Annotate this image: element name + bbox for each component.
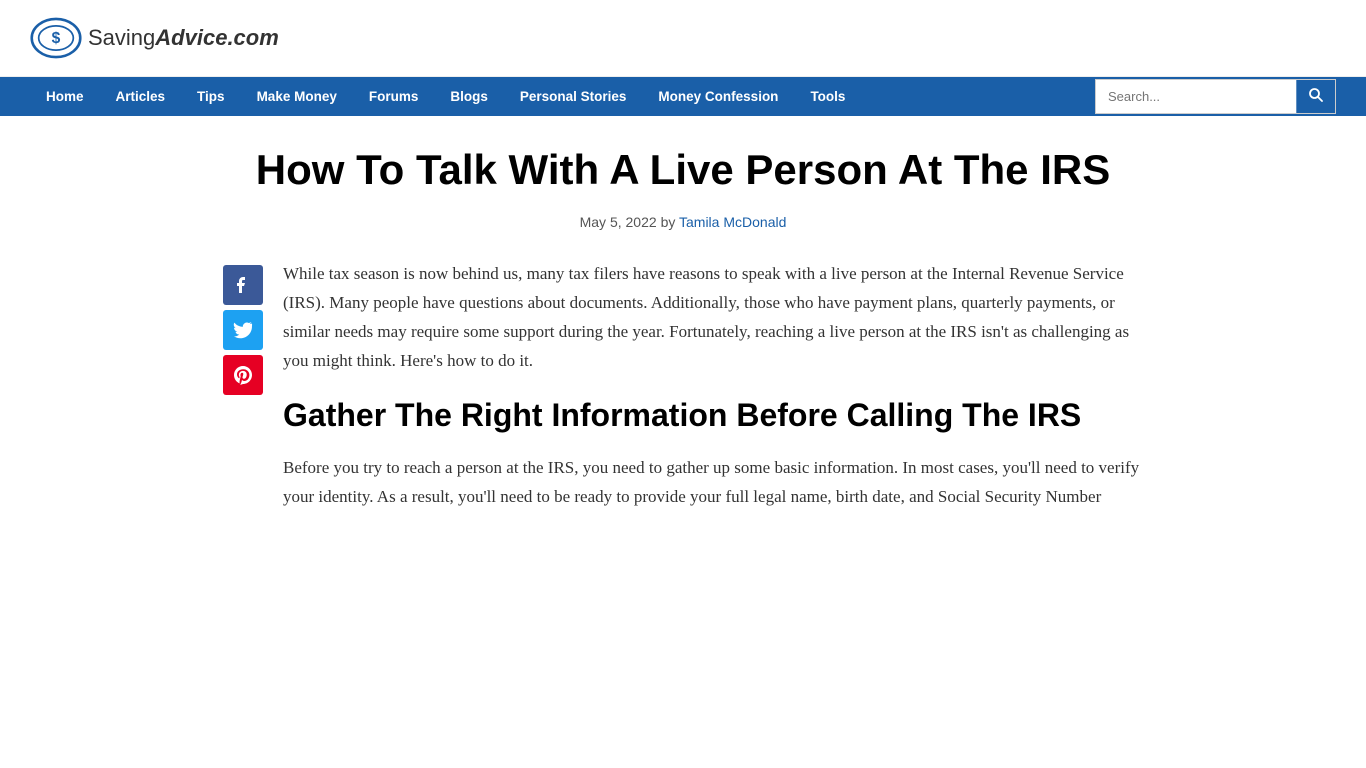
- section1-paragraph: Before you try to reach a person at the …: [283, 454, 1143, 512]
- nav-link-personal-stories[interactable]: Personal Stories: [504, 77, 643, 116]
- nav-item-articles[interactable]: Articles: [100, 77, 182, 116]
- nav-item-forums[interactable]: Forums: [353, 77, 435, 116]
- search-icon: [1309, 88, 1323, 102]
- nav-link-home[interactable]: Home: [30, 77, 100, 116]
- content-wrapper: While tax season is now behind us, many …: [223, 260, 1143, 532]
- twitter-icon: [233, 320, 253, 340]
- nav-item-personal-stories[interactable]: Personal Stories: [504, 77, 643, 116]
- nav-item-home[interactable]: Home: [30, 77, 100, 116]
- intro-paragraph: While tax season is now behind us, many …: [283, 260, 1143, 376]
- search-input[interactable]: [1096, 80, 1296, 113]
- nav-link-tips[interactable]: Tips: [181, 77, 241, 116]
- article-meta: May 5, 2022 by Tamila McDonald: [223, 214, 1143, 230]
- facebook-icon: [233, 275, 253, 295]
- article-date: May 5, 2022: [580, 214, 657, 230]
- nav-item-make-money[interactable]: Make Money: [241, 77, 353, 116]
- nav-link-tools[interactable]: Tools: [794, 77, 861, 116]
- search-wrapper: [1095, 79, 1336, 114]
- nav-link-forums[interactable]: Forums: [353, 77, 435, 116]
- article-title: How To Talk With A Live Person At The IR…: [223, 146, 1143, 194]
- nav-search-area: [1095, 79, 1336, 114]
- pinterest-icon: [233, 365, 253, 385]
- site-logo[interactable]: $ SavingAdvice.com: [30, 12, 279, 64]
- main-content: How To Talk With A Live Person At The IR…: [203, 116, 1163, 562]
- nav-item-blogs[interactable]: Blogs: [434, 77, 504, 116]
- logo-text: SavingAdvice.com: [88, 25, 279, 51]
- twitter-share-button[interactable]: [223, 310, 263, 350]
- nav-link-blogs[interactable]: Blogs: [434, 77, 504, 116]
- article-body: While tax season is now behind us, many …: [283, 260, 1143, 532]
- nav-item-tips[interactable]: Tips: [181, 77, 241, 116]
- article-by: by: [661, 214, 679, 230]
- svg-text:$: $: [52, 30, 61, 47]
- nav-link-articles[interactable]: Articles: [100, 77, 182, 116]
- facebook-share-button[interactable]: [223, 265, 263, 305]
- nav-link-make-money[interactable]: Make Money: [241, 77, 353, 116]
- logo-icon: $: [30, 12, 82, 64]
- article-author-link[interactable]: Tamila McDonald: [679, 214, 786, 230]
- section1-heading: Gather The Right Information Before Call…: [283, 396, 1143, 434]
- nav-link-money-confession[interactable]: Money Confession: [642, 77, 794, 116]
- nav-item-tools[interactable]: Tools: [794, 77, 861, 116]
- main-nav: Home Articles Tips Make Money Forums Blo…: [0, 77, 1366, 116]
- search-button[interactable]: [1296, 80, 1335, 113]
- pinterest-share-button[interactable]: [223, 355, 263, 395]
- nav-item-money-confession[interactable]: Money Confession: [642, 77, 794, 116]
- social-sidebar: [223, 260, 263, 395]
- nav-items-list: Home Articles Tips Make Money Forums Blo…: [30, 77, 1095, 116]
- site-header: $ SavingAdvice.com: [0, 0, 1366, 77]
